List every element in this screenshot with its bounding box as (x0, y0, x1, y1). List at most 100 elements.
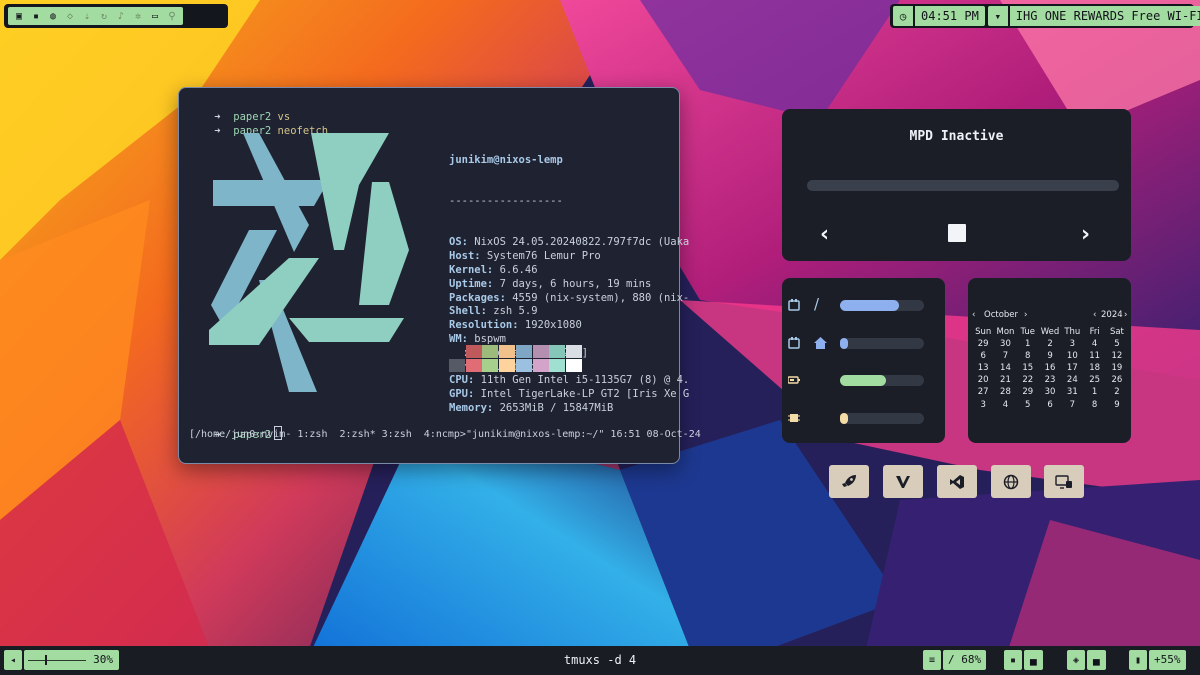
usage-label: / (814, 295, 820, 313)
calendar-day[interactable]: 17 (1061, 363, 1083, 374)
calendar-day[interactable]: 4 (994, 400, 1016, 411)
wifi[interactable]: ▾ IHG ONE REWARDS Free WI-FI (987, 6, 1200, 26)
calendar-day[interactable]: 13 (972, 363, 994, 374)
browser-launcher-button[interactable] (991, 465, 1031, 498)
info-key: Host: (449, 250, 481, 263)
calendar-day[interactable]: 27 (972, 387, 994, 398)
vscode-launcher-button[interactable] (937, 465, 977, 498)
download-icon[interactable]: ⇣ (80, 9, 94, 23)
calendar-day[interactable]: 5 (1106, 339, 1128, 350)
system-usage-widget: / (782, 278, 945, 443)
calendar-day[interactable]: 3 (972, 400, 994, 411)
calendar-day[interactable]: 28 (994, 387, 1016, 398)
database-icon: ≡ (923, 650, 941, 670)
vscode-icon (950, 474, 964, 489)
pin-icon[interactable]: ⚲ (165, 9, 179, 23)
previous-track-button[interactable]: ‹ (820, 222, 829, 247)
calendar-day[interactable]: 24 (1061, 375, 1083, 386)
info-row: Memory: 2653MiB / 15847MiB (449, 402, 689, 416)
mpd-progress-bar[interactable] (807, 180, 1119, 191)
next-month-button[interactable]: › (1024, 310, 1027, 320)
calendar-day[interactable]: 8 (1083, 400, 1105, 411)
color-swatch (465, 359, 482, 372)
brightness-value: +55% (1149, 650, 1186, 670)
usage-cpu (788, 411, 938, 427)
calendar-day[interactable]: 25 (1083, 375, 1105, 386)
calendar-day[interactable]: 2 (1039, 339, 1061, 350)
prev-year-button[interactable]: ‹ (1093, 310, 1096, 320)
refresh-icon[interactable]: ↻ (97, 9, 111, 23)
settings-icon[interactable]: ✲ (131, 9, 145, 23)
calendar-day[interactable]: 20 (972, 375, 994, 386)
terminal-window[interactable]: ➜ paper2 vs ➜ paper2 neofetch junikim@ni… (178, 87, 701, 464)
calendar-day[interactable]: 2 (1106, 387, 1128, 398)
calendar-day[interactable]: 6 (972, 351, 994, 362)
calendar-day[interactable]: 7 (994, 351, 1016, 362)
calendar-day[interactable]: 8 (1017, 351, 1039, 362)
calendar-day[interactable]: 10 (1061, 351, 1083, 362)
calendar-day[interactable]: 16 (1039, 363, 1061, 374)
memory-indicator: ◈ ▄ (1067, 650, 1106, 670)
calendar-year: 2024 (1101, 310, 1123, 320)
stop-button[interactable] (948, 224, 966, 242)
color-swatch (482, 345, 499, 358)
prev-month-button[interactable]: ‹ (972, 310, 975, 320)
calendar-day[interactable]: 18 (1083, 363, 1105, 374)
color-swatch (565, 359, 582, 372)
home-icon (814, 337, 827, 349)
info-row: Uptime: 7 days, 6 hours, 19 mins (449, 278, 689, 292)
calendar-day[interactable]: 31 (1061, 387, 1083, 398)
color-swatch (565, 345, 582, 358)
user-host: junikim@nixos-lemp (449, 153, 563, 166)
info-key: CPU: (449, 374, 475, 387)
calendar-day[interactable]: 30 (1039, 387, 1061, 398)
music-icon[interactable]: ♪ (114, 9, 128, 23)
info-value: bspwm (467, 332, 506, 345)
calendar-day[interactable]: 6 (1039, 400, 1061, 411)
calendar-day[interactable]: 11 (1083, 351, 1105, 362)
next-year-button[interactable]: › (1124, 310, 1127, 320)
usage-fill (840, 300, 899, 311)
color-swatch (549, 359, 566, 372)
calendar-day[interactable]: 1 (1017, 339, 1039, 350)
calendar-day[interactable]: 7 (1061, 400, 1083, 411)
calendar-day[interactable]: 19 (1106, 363, 1128, 374)
calendar-day[interactable]: 5 (1017, 400, 1039, 411)
rocket-launcher-button[interactable] (829, 465, 869, 498)
display-icon[interactable]: ▭ (148, 9, 162, 23)
calendar-day[interactable]: 26 (1106, 375, 1128, 386)
calendar-day[interactable]: 3 (1061, 339, 1083, 350)
bottom-bar: ◂ 30% tmuxs -d 4 ≡ / 68% ▪ ▄ ◈ ▄ ▮ +55% (0, 646, 1200, 675)
color-swatch (532, 345, 549, 358)
code-icon[interactable]: ◇ (63, 9, 77, 23)
calendar-day[interactable]: 30 (994, 339, 1016, 350)
memory-bar: ▄ (1087, 650, 1106, 670)
calendar-header: ‹ October › ‹ 2024 › (968, 310, 1131, 322)
calendar-day[interactable]: 9 (1039, 351, 1061, 362)
calendar-day[interactable]: 15 (1017, 363, 1039, 374)
separator: ------------------ (449, 194, 563, 207)
calendar-day[interactable]: 29 (1017, 387, 1039, 398)
screen-launcher-button[interactable] (1044, 465, 1084, 498)
calendar-day[interactable]: 12 (1106, 351, 1128, 362)
color-swatch (482, 359, 499, 372)
weekday-label: Wed (1040, 327, 1060, 337)
calendar-day[interactable]: 21 (994, 375, 1016, 386)
calendar-day[interactable]: 4 (1083, 339, 1105, 350)
terminal-prompt-icon[interactable]: ▪ (29, 9, 43, 23)
calendar-day[interactable]: 14 (994, 363, 1016, 374)
clock[interactable]: ◷ 04:51 PM (893, 6, 985, 26)
calendar-day[interactable]: 9 (1106, 400, 1128, 411)
usage-track (840, 338, 924, 349)
disk-icon (788, 337, 800, 349)
calendar-day[interactable]: 23 (1039, 375, 1061, 386)
next-track-button[interactable]: › (1081, 222, 1090, 247)
globe-icon[interactable]: ◍ (46, 9, 60, 23)
calendar-day[interactable]: 29 (972, 339, 994, 350)
vivaldi-launcher-button[interactable] (883, 465, 923, 498)
terminal-icon[interactable]: ▣ (12, 9, 26, 23)
info-row: Shell: zsh 5.9 (449, 305, 689, 319)
brightness-indicator[interactable]: ▮ +55% (1129, 650, 1186, 670)
calendar-day[interactable]: 1 (1083, 387, 1105, 398)
calendar-day[interactable]: 22 (1017, 375, 1039, 386)
